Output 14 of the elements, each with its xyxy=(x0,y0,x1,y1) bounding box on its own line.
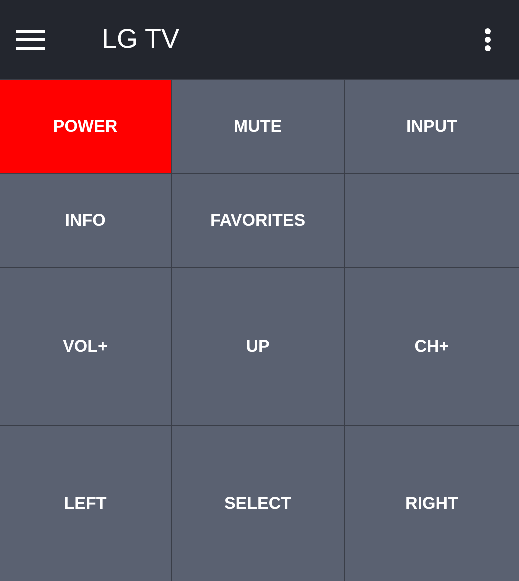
remote-button[interactable]: RIGHT xyxy=(345,426,519,581)
remote-button[interactable]: CH+ xyxy=(345,268,519,425)
more-options-icon[interactable] xyxy=(484,28,492,52)
remote-button[interactable]: POWER xyxy=(0,80,171,173)
app-title: LG TV xyxy=(102,24,181,55)
remote-button[interactable]: UP xyxy=(172,268,344,425)
remote-button[interactable]: MUTE xyxy=(172,80,344,173)
remote-button[interactable]: INPUT xyxy=(345,80,519,173)
remote-button[interactable]: VOL+ xyxy=(0,268,171,425)
remote-button[interactable]: FAVORITES xyxy=(172,174,344,267)
remote-button[interactable]: SELECT xyxy=(172,426,344,581)
remote-button[interactable]: INFO xyxy=(0,174,171,267)
menu-icon[interactable] xyxy=(16,30,45,50)
remote-button[interactable]: LEFT xyxy=(0,426,171,581)
